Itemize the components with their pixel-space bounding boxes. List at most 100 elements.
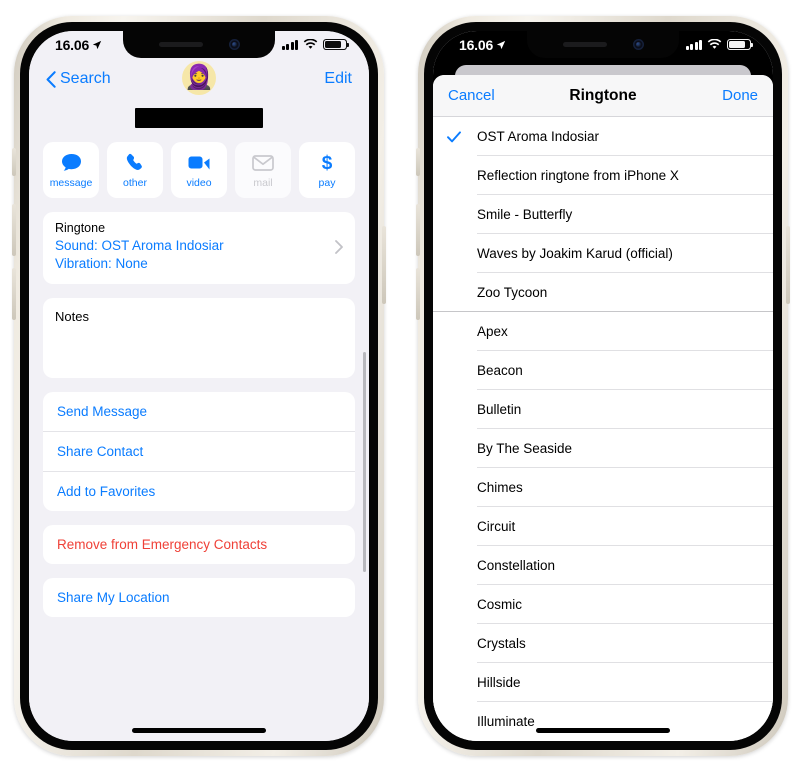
ringtone-row[interactable]: OST Aroma Indosiar <box>433 117 773 156</box>
ringtone-name: Circuit <box>477 519 516 534</box>
home-indicator[interactable] <box>132 728 266 733</box>
device-screen: 16.06 <box>433 31 773 741</box>
device-bezel: 16.06 <box>20 22 378 750</box>
cancel-button[interactable]: Cancel <box>448 87 500 104</box>
action-video-button[interactable]: video <box>171 142 227 198</box>
ringtone-sound-line: Sound: OST Aroma Indosiar <box>55 238 224 253</box>
sheet-title: Ringtone <box>569 86 637 104</box>
ringtone-name: Cosmic <box>477 597 523 612</box>
battery-icon <box>323 38 350 51</box>
contact-scroll-area[interactable]: message other video mail $ pay Ringtone … <box>29 100 369 741</box>
iphone-ringtone-picker: 16.06 Cancel Ringtone Done OST Aroma Ind… <box>416 16 790 756</box>
action-message-label: message <box>49 176 93 189</box>
send-message-button[interactable]: Send Message <box>43 392 355 431</box>
status-time: 16.06 <box>55 36 90 53</box>
status-bar-left: 16.06 <box>459 37 506 53</box>
sheet-nav-bar: Cancel Ringtone Done <box>433 75 773 117</box>
back-label: Search <box>60 70 111 87</box>
ringtone-name: Chimes <box>477 480 523 495</box>
action-message-button[interactable]: message <box>43 142 99 198</box>
ringtone-name: Illuminate <box>477 714 535 729</box>
volume-down-button[interactable] <box>416 268 420 320</box>
home-indicator[interactable] <box>536 728 670 733</box>
ringtone-name: By The Seaside <box>477 441 573 456</box>
ringtone-cell[interactable]: Ringtone Sound: OST Aroma Indosiar Vibra… <box>43 212 355 284</box>
status-bar: 16.06 <box>433 31 773 58</box>
status-bar-right <box>281 38 350 51</box>
video-camera-icon <box>188 152 211 174</box>
device-screen: 16.06 <box>29 31 369 741</box>
ringtone-row[interactable]: Bulletin <box>433 390 773 429</box>
chevron-left-icon <box>46 70 56 88</box>
link-group-2: Remove from Emergency Contacts <box>43 525 355 565</box>
ringtone-row[interactable]: Chimes <box>433 468 773 507</box>
location-arrow-icon <box>92 40 102 49</box>
volume-up-button[interactable] <box>12 204 16 256</box>
ringtone-row[interactable]: Circuit <box>433 507 773 546</box>
ringtone-modal-sheet: Cancel Ringtone Done OST Aroma Indosiar R… <box>433 75 773 741</box>
ringtone-row[interactable]: By The Seaside <box>433 429 773 468</box>
power-button[interactable] <box>786 226 790 304</box>
ringtone-row[interactable]: Beacon <box>433 351 773 390</box>
volume-down-button[interactable] <box>12 268 16 320</box>
battery-icon <box>727 38 754 51</box>
edit-button[interactable]: Edit <box>324 70 352 88</box>
ringtone-name: Crystals <box>477 636 526 651</box>
notes-group: Notes <box>43 298 355 379</box>
contact-detail-screen: 16.06 Search 🧕 Edit message other video … <box>29 31 369 741</box>
ringtone-row[interactable]: Apex <box>433 312 773 351</box>
iphone-contact-detail: 16.06 Search 🧕 Edit message other video … <box>12 16 386 756</box>
ringtone-text: Ringtone Sound: OST Aroma Indosiar Vibra… <box>55 221 335 273</box>
ringtone-row[interactable]: Illuminate <box>433 702 773 741</box>
remove-from-emergency-contacts-button[interactable]: Remove from Emergency Contacts <box>43 525 355 564</box>
ringtone-row[interactable]: Reflection ringtone from iPhone X <box>433 156 773 195</box>
wifi-icon <box>303 39 318 49</box>
power-button[interactable] <box>382 226 386 304</box>
checkmark-icon <box>447 130 477 143</box>
ringtone-row[interactable]: Crystals <box>433 624 773 663</box>
contact-name-redaction <box>135 108 263 128</box>
ringtone-row[interactable]: Hillside <box>433 663 773 702</box>
back-to-search-button[interactable]: Search <box>46 70 111 88</box>
ringtone-name: Bulletin <box>477 402 522 417</box>
volume-up-button[interactable] <box>416 204 420 256</box>
action-other-button[interactable]: other <box>107 142 163 198</box>
device-bezel: 16.06 <box>424 22 782 750</box>
notes-cell[interactable]: Notes <box>43 298 355 335</box>
contact-nav-bar: Search 🧕 Edit <box>29 58 369 100</box>
ringtone-name: Smile - Butterfly <box>477 207 573 222</box>
status-time: 16.06 <box>459 36 494 53</box>
chevron-right-icon <box>335 240 343 255</box>
ringtone-row[interactable]: Waves by Joakim Karud (official) <box>433 234 773 273</box>
ringtone-row[interactable]: Smile - Butterfly <box>433 195 773 234</box>
ringtone-row[interactable]: Cosmic <box>433 585 773 624</box>
ringtone-name: Apex <box>477 324 508 339</box>
action-mail-button[interactable]: mail <box>235 142 291 198</box>
mute-switch[interactable] <box>416 148 420 176</box>
action-video-label: video <box>186 176 212 189</box>
share-my-location-button[interactable]: Share My Location <box>43 578 355 617</box>
ringtone-name: OST Aroma Indosiar <box>477 129 600 144</box>
ringtone-row[interactable]: Zoo Tycoon <box>433 273 773 312</box>
action-pay-button[interactable]: $ pay <box>299 142 355 198</box>
link-group-3: Share My Location <box>43 578 355 618</box>
share-contact-button[interactable]: Share Contact <box>43 431 355 471</box>
done-button[interactable]: Done <box>706 87 758 104</box>
message-bubble-icon <box>61 152 82 174</box>
ringtone-name: Zoo Tycoon <box>477 285 548 300</box>
mute-switch[interactable] <box>12 148 16 176</box>
status-bar-left: 16.06 <box>55 37 102 53</box>
link-group-1: Send Message Share Contact Add to Favori… <box>43 392 355 512</box>
ringtone-title: Ringtone <box>55 221 106 235</box>
ringtone-name: Hillside <box>477 675 521 690</box>
quick-actions-row: message other video mail $ pay <box>29 142 369 198</box>
cellular-bars-icon <box>685 39 702 50</box>
scrollbar[interactable] <box>363 352 366 572</box>
ringtone-list[interactable]: OST Aroma Indosiar Reflection ringtone fr… <box>433 117 773 741</box>
avatar[interactable]: 🧕 <box>182 61 216 95</box>
action-pay-label: pay <box>318 176 336 189</box>
add-to-favorites-button[interactable]: Add to Favorites <box>43 471 355 511</box>
ringtone-row[interactable]: Constellation <box>433 546 773 585</box>
ringtone-name: Beacon <box>477 363 523 378</box>
screenshot-stage: 16.06 Search 🧕 Edit message other video … <box>0 0 800 772</box>
